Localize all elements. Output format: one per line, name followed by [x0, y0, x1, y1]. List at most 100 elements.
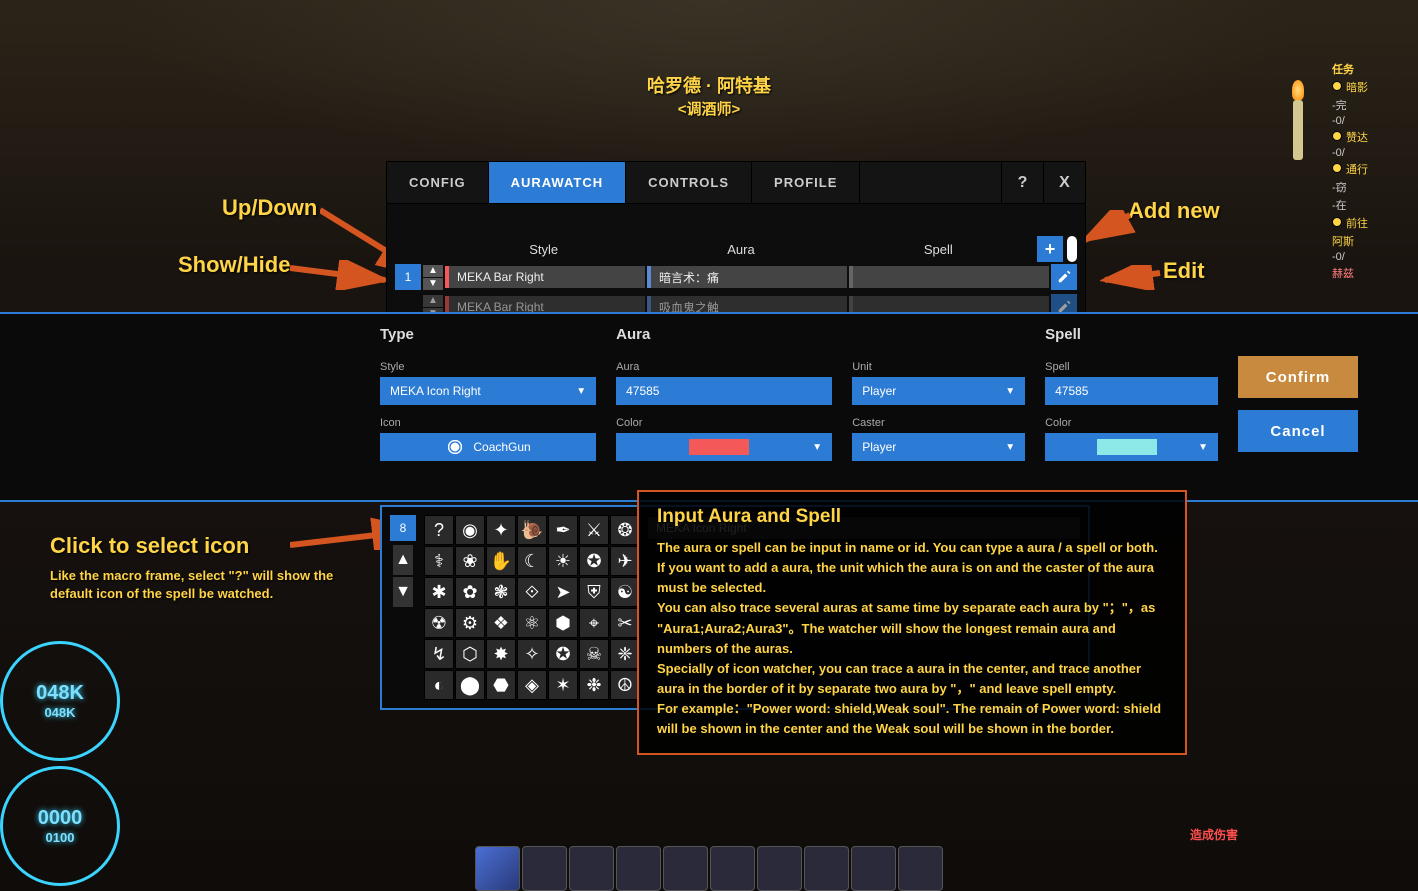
icon-option[interactable]: ✪	[548, 639, 578, 669]
icon-option[interactable]: ◈	[517, 670, 547, 700]
quest-item[interactable]: 赫兹	[1328, 264, 1418, 282]
picker-index[interactable]: 8	[390, 515, 416, 541]
icon-option[interactable]: ✶	[548, 670, 578, 700]
icon-option[interactable]: ↯	[424, 639, 454, 669]
config-window: CONFIG AURAWATCH CONTROLS PROFILE ? X St…	[386, 161, 1086, 325]
action-slot[interactable]	[475, 846, 520, 891]
icon-option[interactable]: ⟐	[517, 577, 547, 607]
unit-label: Unit	[852, 361, 1025, 373]
icon-option[interactable]: ⬡	[455, 639, 485, 669]
row-aura-cell[interactable]: 暗言术：痛	[647, 266, 847, 288]
icon-option[interactable]: ➤	[548, 577, 578, 607]
quest-objective: -0/	[1328, 114, 1418, 128]
tab-profile[interactable]: PROFILE	[752, 162, 860, 203]
picker-up[interactable]: ▲	[393, 545, 413, 575]
icon-option[interactable]: ⚙	[455, 608, 485, 638]
icon-option[interactable]: ❀	[455, 546, 485, 576]
action-slot[interactable]	[710, 846, 755, 891]
annotation-icon-title: Click to select icon	[50, 533, 350, 559]
icon-option[interactable]: ☀	[548, 546, 578, 576]
icon-option[interactable]: ✸	[486, 639, 516, 669]
icon-option[interactable]: ❃	[486, 577, 516, 607]
icon-option[interactable]: ☠	[579, 639, 609, 669]
icon-option[interactable]: ◉	[455, 515, 485, 545]
action-slot[interactable]	[522, 846, 567, 891]
detail-edit-panel: Type Style MEKA Icon Right▼ Icon CoachGu…	[0, 312, 1418, 502]
icon-option[interactable]: ⬣	[486, 670, 516, 700]
action-slot[interactable]	[569, 846, 614, 891]
cancel-button[interactable]: Cancel	[1238, 410, 1358, 452]
spell-input[interactable]: 47585	[1045, 377, 1218, 405]
move-up-button[interactable]: ▲	[423, 265, 443, 277]
player-resource-frame[interactable]: 0000 0100	[0, 766, 120, 886]
edit-row-button[interactable]	[1051, 264, 1077, 290]
player-health-frame[interactable]: 048K 048K	[0, 641, 120, 761]
action-slot[interactable]	[898, 846, 943, 891]
quest-item[interactable]: 前往	[1328, 214, 1418, 232]
icon-option[interactable]: ⬤	[455, 670, 485, 700]
quest-item[interactable]: 通行	[1328, 160, 1418, 178]
icon-selector[interactable]: CoachGun	[380, 433, 596, 461]
move-down-button[interactable]: ▼	[423, 278, 443, 290]
icon-option[interactable]: ✱	[424, 577, 454, 607]
section-spell-title: Spell	[1045, 326, 1218, 343]
action-slot[interactable]	[804, 846, 849, 891]
show-hide-toggle[interactable]: 1	[395, 264, 421, 290]
aura-color-picker[interactable]: ▼	[616, 433, 832, 461]
row-style-cell[interactable]: MEKA Bar Right	[445, 266, 645, 288]
icon-option[interactable]: ✋	[486, 546, 516, 576]
quest-item[interactable]: 阿斯	[1328, 232, 1418, 250]
section-aura-title: Aura	[616, 326, 832, 343]
icon-option[interactable]: ?	[424, 515, 454, 545]
unit-dropdown[interactable]: Player▼	[852, 377, 1025, 405]
caster-label: Caster	[852, 417, 1025, 429]
icon-option[interactable]: ⬢	[548, 608, 578, 638]
action-slot[interactable]	[663, 846, 708, 891]
help-button[interactable]: ?	[1001, 162, 1043, 204]
icon-option[interactable]: 🐌	[517, 515, 547, 545]
scroll-indicator[interactable]	[1067, 236, 1077, 262]
icon-option[interactable]: ❂	[610, 515, 640, 545]
icon-option[interactable]: ◐	[424, 670, 454, 700]
aura-input[interactable]: 47585	[616, 377, 832, 405]
icon-option[interactable]: ☯	[610, 577, 640, 607]
header-spell: Spell	[840, 242, 1037, 257]
action-slot[interactable]	[851, 846, 896, 891]
tab-aurawatch[interactable]: AURAWATCH	[489, 162, 627, 203]
picker-down[interactable]: ▼	[393, 577, 413, 607]
icon-option[interactable]: ✿	[455, 577, 485, 607]
icon-option[interactable]: ⚔	[579, 515, 609, 545]
quest-objective: -完	[1328, 96, 1418, 114]
style-dropdown[interactable]: MEKA Icon Right▼	[380, 377, 596, 405]
icon-option[interactable]: ✦	[486, 515, 516, 545]
row-spell-cell[interactable]	[849, 266, 1049, 288]
npc-nameplate: 哈罗德 · 阿特基 <调酒师>	[647, 72, 771, 119]
tab-config[interactable]: CONFIG	[387, 162, 489, 203]
icon-option[interactable]: ⛨	[579, 577, 609, 607]
icon-option[interactable]: ☢	[424, 608, 454, 638]
move-up-button[interactable]: ▲	[423, 295, 443, 307]
confirm-button[interactable]: Confirm	[1238, 356, 1358, 398]
action-slot[interactable]	[757, 846, 802, 891]
icon-option[interactable]: ⌖	[579, 608, 609, 638]
icon-option[interactable]: ❉	[579, 670, 609, 700]
tab-controls[interactable]: CONTROLS	[626, 162, 752, 203]
quest-item[interactable]: 赞达	[1328, 128, 1418, 146]
add-new-button[interactable]: +	[1037, 236, 1063, 262]
icon-option[interactable]: ❖	[486, 608, 516, 638]
icon-option[interactable]: ✧	[517, 639, 547, 669]
quest-item[interactable]: 暗影	[1328, 78, 1418, 96]
icon-option[interactable]: ✈	[610, 546, 640, 576]
icon-option[interactable]: ☾	[517, 546, 547, 576]
icon-option[interactable]: ❈	[610, 639, 640, 669]
spell-color-picker[interactable]: ▼	[1045, 433, 1218, 461]
icon-option[interactable]: ☮	[610, 670, 640, 700]
caster-dropdown[interactable]: Player▼	[852, 433, 1025, 461]
action-slot[interactable]	[616, 846, 661, 891]
icon-option[interactable]: ✒	[548, 515, 578, 545]
icon-option[interactable]: ⚛	[517, 608, 547, 638]
icon-option[interactable]: ⚕	[424, 546, 454, 576]
icon-option[interactable]: ✪	[579, 546, 609, 576]
icon-option[interactable]: ✂	[610, 608, 640, 638]
close-button[interactable]: X	[1043, 162, 1085, 204]
